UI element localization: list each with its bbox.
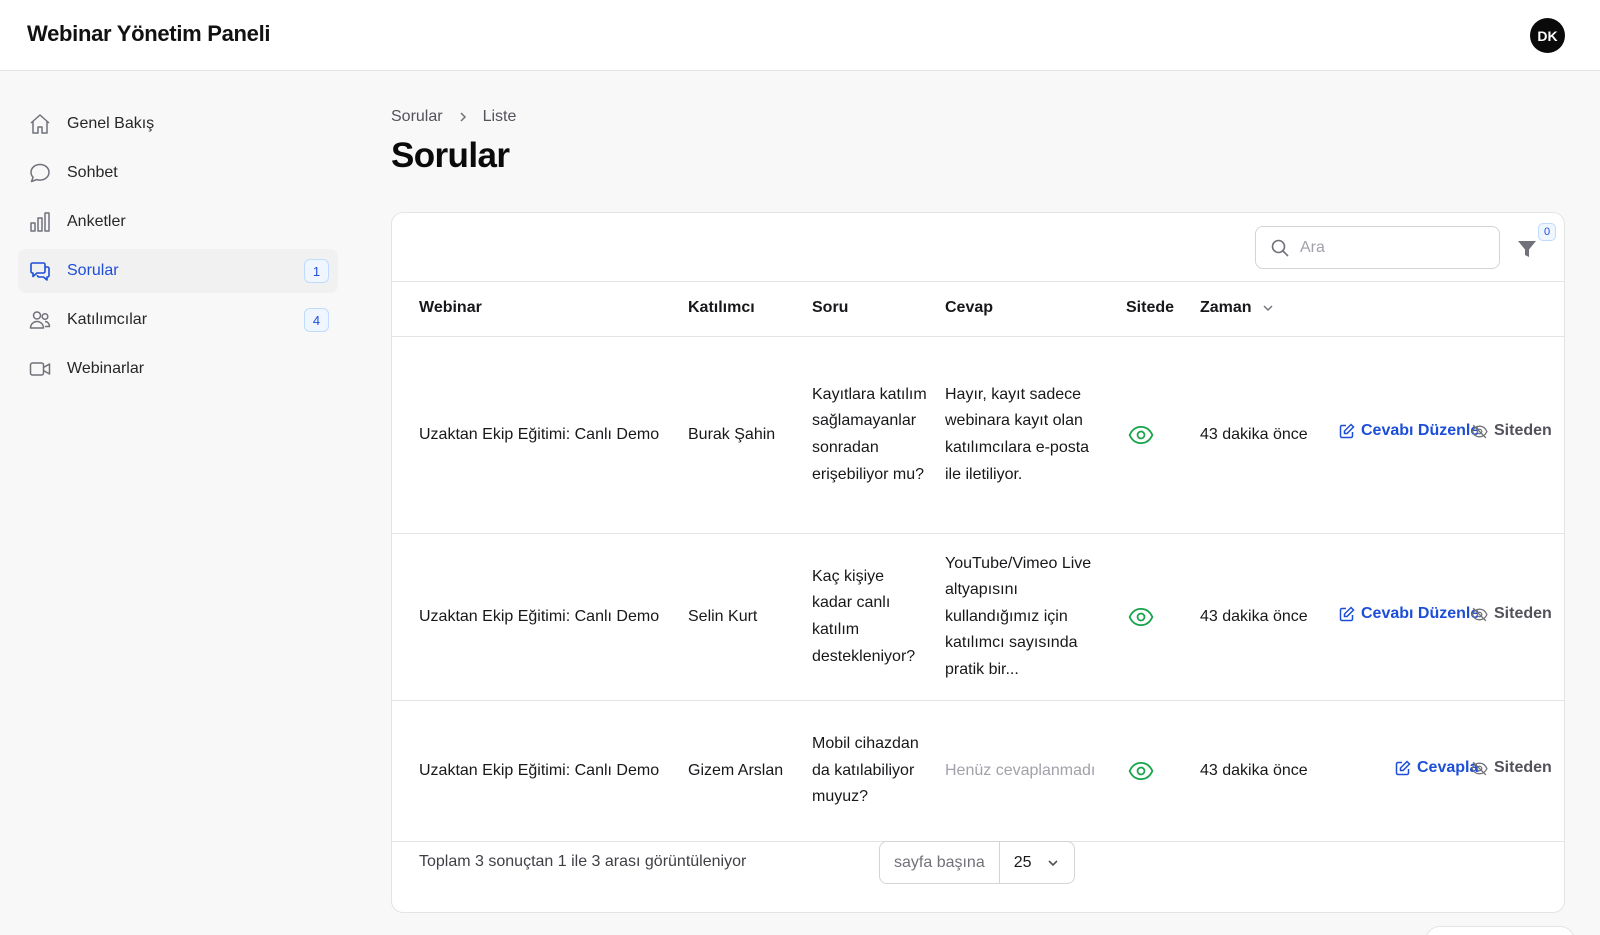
cell-webinar: Uzaktan Ekip Eğitimi: Canlı Demo bbox=[419, 761, 660, 779]
cell-question: Mobil cihazdan da katılabiliyor muyuz? bbox=[812, 735, 919, 806]
hide-from-site-label: Siteden bbox=[1494, 759, 1552, 776]
filter-count-badge: 0 bbox=[1538, 223, 1556, 241]
bar-chart-icon bbox=[28, 210, 52, 234]
top-bar: Webinar Yönetim Paneli DK bbox=[0, 0, 1600, 71]
pagination-summary: Toplam 3 sonuçtan 1 ile 3 arası görüntül… bbox=[419, 853, 747, 870]
sidebar-item-questions[interactable]: Sorular 1 bbox=[18, 249, 338, 293]
edit-icon bbox=[1339, 606, 1355, 622]
search-field[interactable] bbox=[1255, 226, 1500, 269]
cell-participant: Gizem Arslan bbox=[688, 761, 784, 779]
home-icon bbox=[28, 112, 52, 136]
floating-widget[interactable] bbox=[1425, 926, 1575, 935]
video-camera-icon bbox=[28, 357, 52, 381]
questions-table-card: 0 Webinar Katılımcı Soru Cevap Sitede Za… bbox=[391, 212, 1565, 913]
filter-icon bbox=[1516, 238, 1538, 260]
chevron-down-icon bbox=[1046, 856, 1060, 870]
chevron-right-icon bbox=[457, 111, 469, 123]
sidebar-item-label: Webinarlar bbox=[67, 360, 145, 377]
column-header-webinar: Webinar bbox=[419, 299, 482, 316]
sidebar-item-label: Sorular bbox=[67, 262, 119, 279]
hide-from-site-button[interactable]: Siteden bbox=[1471, 422, 1552, 440]
answer-label: Cevapla bbox=[1417, 759, 1479, 776]
app-title: Webinar Yönetim Paneli bbox=[27, 21, 271, 46]
per-page-label: sayfa başına bbox=[880, 842, 1000, 883]
cell-webinar: Uzaktan Ekip Eğitimi: Canlı Demo bbox=[419, 607, 660, 625]
search-icon bbox=[1270, 238, 1290, 258]
edit-icon bbox=[1395, 760, 1411, 776]
answer-button[interactable]: Cevapla bbox=[1395, 759, 1478, 777]
search-input[interactable] bbox=[1300, 238, 1480, 257]
breadcrumb-parent[interactable]: Sorular bbox=[391, 108, 443, 126]
table-row: Uzaktan Ekip Eğitimi: Canlı Demo Burak Ş… bbox=[392, 337, 1564, 534]
eye-icon[interactable] bbox=[1128, 337, 1154, 533]
column-header-time-label: Zaman bbox=[1200, 299, 1252, 316]
breadcrumb-current: Liste bbox=[482, 108, 517, 125]
sidebar-item-label: Katılımcılar bbox=[67, 311, 148, 328]
sidebar-item-label: Anketler bbox=[67, 213, 126, 230]
hide-from-site-label: Siteden bbox=[1494, 605, 1552, 622]
per-page-value: 25 bbox=[1013, 853, 1032, 871]
column-header-participant: Katılımcı bbox=[688, 299, 755, 316]
questions-count-badge: 1 bbox=[304, 259, 329, 283]
table-row: Uzaktan Ekip Eğitimi: Canlı Demo Gizem A… bbox=[392, 701, 1564, 842]
eye-icon[interactable] bbox=[1128, 534, 1154, 700]
hide-from-site-button[interactable]: Siteden bbox=[1471, 759, 1552, 777]
edit-answer-button[interactable]: Cevabı Düzenle bbox=[1339, 422, 1479, 440]
eye-off-icon bbox=[1471, 607, 1488, 621]
sidebar-item-polls[interactable]: Anketler bbox=[18, 200, 338, 244]
sidebar: Genel Bakış Sohbet Anketler Sorular 1 Ka… bbox=[18, 102, 338, 396]
user-avatar[interactable]: DK bbox=[1530, 18, 1565, 53]
eye-off-icon bbox=[1471, 761, 1488, 775]
table-header: Webinar Katılımcı Soru Cevap Sitede Zama… bbox=[392, 281, 1564, 337]
sidebar-item-chat[interactable]: Sohbet bbox=[18, 151, 338, 195]
cell-answer-unanswered: Henüz cevaplanmadı bbox=[945, 761, 1096, 779]
eye-icon[interactable] bbox=[1128, 701, 1154, 841]
cell-webinar: Uzaktan Ekip Eğitimi: Canlı Demo bbox=[419, 425, 660, 443]
chevron-down-icon bbox=[1262, 302, 1274, 314]
column-header-time[interactable]: Zaman bbox=[1200, 299, 1274, 317]
participants-count-badge: 4 bbox=[304, 308, 329, 332]
page-title: Sorular bbox=[391, 136, 510, 175]
filter-button[interactable] bbox=[1514, 236, 1540, 262]
cell-question: Kayıtlara katılım sağlamayanlar sonradan… bbox=[812, 385, 927, 483]
column-header-question: Soru bbox=[812, 299, 849, 316]
per-page-select[interactable]: 25 bbox=[1000, 854, 1074, 872]
cell-answer: YouTube/Vimeo Live altyapısını kullandığ… bbox=[945, 554, 1092, 678]
eye-off-icon bbox=[1471, 424, 1488, 438]
hide-from-site-button[interactable]: Siteden bbox=[1471, 605, 1552, 623]
cell-time: 43 dakika önce bbox=[1200, 425, 1308, 443]
chat-bubbles-icon bbox=[28, 259, 52, 283]
per-page-control: sayfa başına 25 bbox=[879, 841, 1075, 884]
cell-participant: Burak Şahin bbox=[688, 425, 776, 443]
column-header-on-site: Sitede bbox=[1126, 299, 1175, 316]
hide-from-site-label: Siteden bbox=[1494, 422, 1552, 439]
sidebar-item-overview[interactable]: Genel Bakış bbox=[18, 102, 338, 146]
sidebar-item-label: Genel Bakış bbox=[67, 115, 155, 132]
edit-answer-button[interactable]: Cevabı Düzenle bbox=[1339, 605, 1479, 623]
table-row: Uzaktan Ekip Eğitimi: Canlı Demo Selin K… bbox=[392, 534, 1564, 701]
users-icon bbox=[28, 308, 52, 332]
edit-icon bbox=[1339, 423, 1355, 439]
sidebar-item-participants[interactable]: Katılımcılar 4 bbox=[18, 298, 338, 342]
column-header-answer: Cevap bbox=[945, 299, 994, 316]
cell-participant: Selin Kurt bbox=[688, 607, 758, 625]
cell-time: 43 dakika önce bbox=[1200, 761, 1308, 779]
cell-answer: Hayır, kayıt sadece webinara kayıt olan … bbox=[945, 385, 1090, 483]
cell-question: Kaç kişiye kadar canlı katılım desteklen… bbox=[812, 567, 916, 665]
edit-answer-label: Cevabı Düzenle bbox=[1361, 605, 1480, 622]
chat-bubble-icon bbox=[28, 161, 52, 185]
sidebar-item-webinars[interactable]: Webinarlar bbox=[18, 347, 338, 391]
edit-answer-label: Cevabı Düzenle bbox=[1361, 422, 1480, 439]
sidebar-item-label: Sohbet bbox=[67, 164, 118, 181]
breadcrumb: Sorular Liste bbox=[391, 108, 516, 126]
cell-time: 43 dakika önce bbox=[1200, 607, 1308, 625]
